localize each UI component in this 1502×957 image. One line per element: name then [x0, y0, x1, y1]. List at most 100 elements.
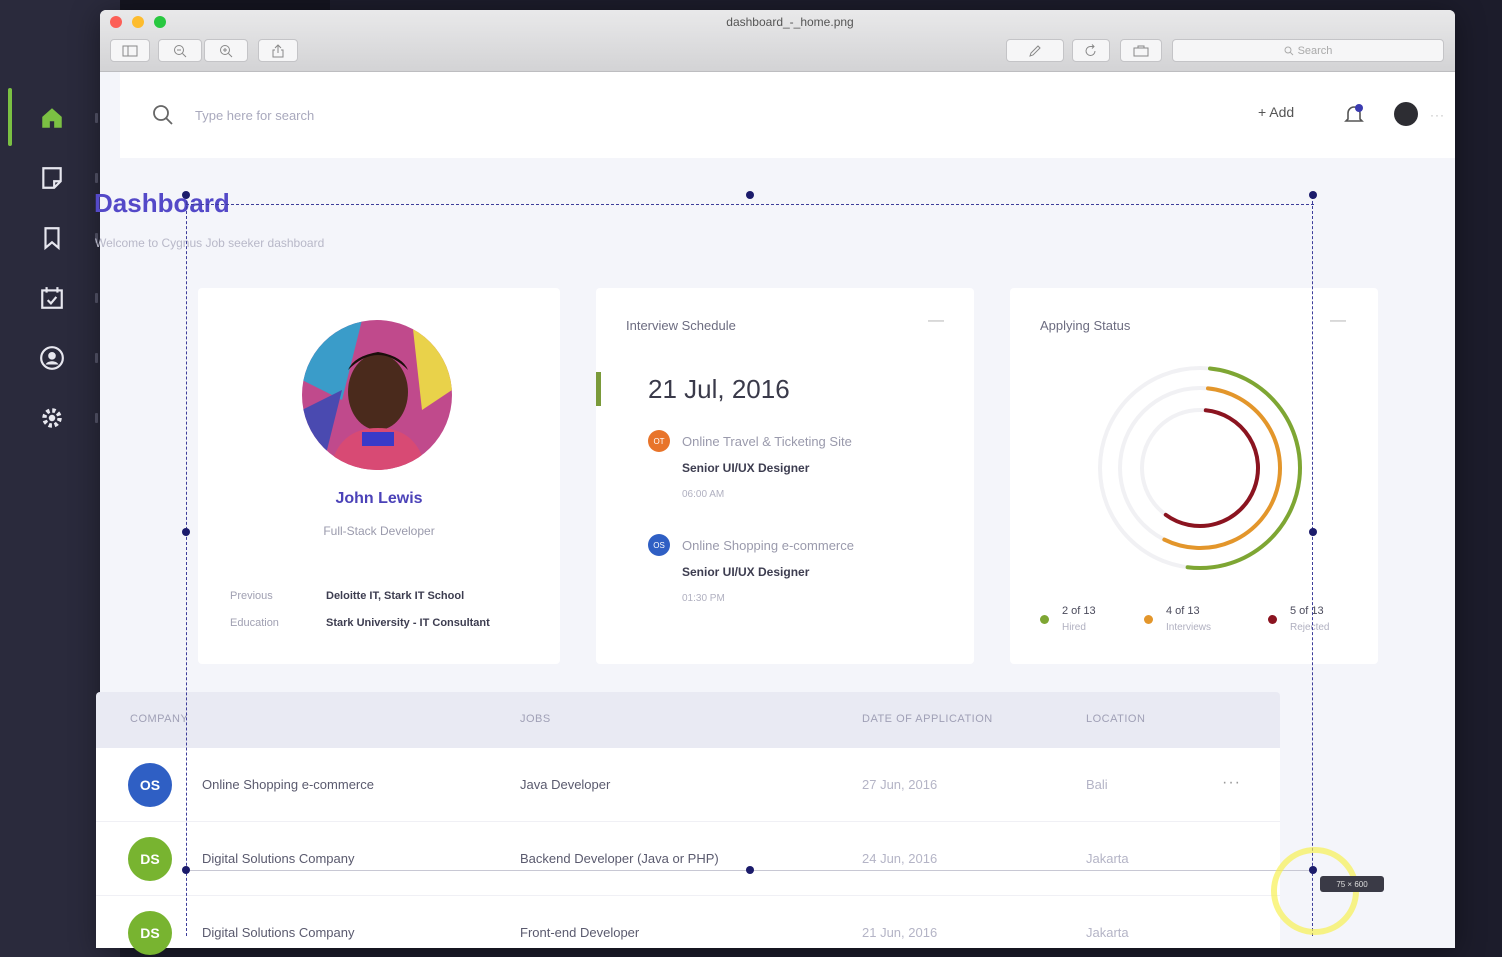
column-header-jobs[interactable]: JOBS [520, 713, 551, 725]
job-cell: Backend Developer (Java or PHP) [520, 851, 719, 866]
selection-guide-top [186, 204, 1314, 205]
column-header-date[interactable]: DATE OF APPLICATION [862, 713, 993, 725]
table-row[interactable]: DS Digital Solutions Company Backend Dev… [96, 822, 1280, 896]
column-header-company[interactable]: COMPANY [130, 713, 188, 725]
user-avatar[interactable] [1394, 102, 1418, 126]
markup-button[interactable] [1006, 39, 1064, 62]
schedule-item-company[interactable]: Online Shopping e-commerce [682, 538, 854, 553]
window-title: dashboard_-_home.png [726, 15, 854, 29]
location-cell: Jakarta [1086, 925, 1129, 940]
nav-settings[interactable] [34, 400, 70, 436]
ring-hired [1185, 366, 1302, 570]
resize-handle[interactable] [746, 866, 754, 874]
nav-tick [95, 113, 98, 123]
company-logo: DS [128, 911, 172, 955]
schedule-item-badge: OS [648, 534, 670, 556]
rotate-icon [1085, 43, 1096, 56]
sidebar-toggle-button[interactable] [110, 39, 150, 62]
app-header: + Add ··· [120, 72, 1455, 158]
schedule-item-role: Senior UI/UX Designer [682, 461, 810, 475]
nav-tick [95, 413, 98, 423]
toolbox-button[interactable] [1120, 39, 1162, 62]
minimize-window-button[interactable] [132, 16, 144, 28]
profile-photo [302, 320, 452, 470]
column-header-location[interactable]: LOCATION [1086, 713, 1145, 725]
nav-tick [95, 353, 98, 363]
schedule-menu-icon[interactable]: — [928, 312, 945, 330]
legend-count-interviews: 4 of 13 [1166, 605, 1200, 617]
status-title: Applying Status [1040, 318, 1131, 333]
add-button[interactable]: + Add [1258, 104, 1294, 120]
zoom-in-button[interactable] [204, 39, 248, 62]
settings-icon [42, 408, 62, 428]
job-cell: Java Developer [520, 777, 611, 792]
schedule-title: Interview Schedule [626, 318, 736, 333]
job-cell: Front-end Developer [520, 925, 640, 940]
search-icon[interactable] [152, 104, 174, 126]
nav-home[interactable] [34, 100, 70, 136]
schedule-item-role: Senior UI/UX Designer [682, 565, 810, 579]
resize-handle[interactable] [182, 528, 190, 536]
nav-calendar[interactable] [34, 280, 70, 316]
calendar-check-icon [41, 287, 63, 309]
profile-role: Full-Stack Developer [323, 524, 435, 538]
resize-handle[interactable] [1309, 528, 1317, 536]
window-search-placeholder: Search [1297, 44, 1333, 57]
zoom-out-icon [174, 44, 187, 57]
schedule-item-company[interactable]: Online Travel & Ticketing Site [682, 434, 852, 449]
zoom-window-button[interactable] [154, 16, 166, 28]
nav-tick [95, 293, 98, 303]
date-cell: 27 Jun, 2016 [862, 777, 938, 792]
status-menu-icon[interactable]: — [1330, 312, 1347, 330]
company-logo: OS [128, 763, 172, 807]
selection-size-tooltip: 75 × 600 [1320, 876, 1384, 892]
nav-notes[interactable] [34, 160, 70, 196]
home-icon [42, 108, 62, 128]
applying-status-card: Applying Status — 2 of 13 Hired 4 of 13 … [1010, 288, 1378, 664]
nav-profile[interactable] [34, 340, 70, 376]
legend-label-rejected: Rejected [1290, 622, 1330, 633]
resize-handle[interactable] [1309, 191, 1317, 199]
date-cell: 24 Jun, 2016 [862, 851, 938, 866]
resize-handle[interactable] [182, 191, 190, 199]
zoom-out-button[interactable] [158, 39, 202, 62]
applications-table-header: COMPANY JOBS DATE OF APPLICATION LOCATIO… [96, 692, 1280, 748]
legend-count-hired: 2 of 13 [1062, 605, 1096, 617]
profile-card: John Lewis Full-Stack Developer Previous… [198, 288, 560, 664]
legend-count-rejected: 5 of 13 [1290, 605, 1324, 617]
interview-schedule-card: Interview Schedule — 21 Jul, 2016 OT Onl… [596, 288, 974, 664]
legend-dot-interviews [1144, 615, 1153, 624]
profile-name: John Lewis [335, 490, 423, 507]
table-row[interactable]: DS Digital Solutions Company Front-end D… [96, 896, 1280, 957]
schedule-date-marker [596, 372, 601, 406]
header-more-icon[interactable]: ··· [1430, 108, 1445, 122]
table-row[interactable]: OS Online Shopping e-commerce Java Devel… [96, 748, 1280, 822]
row-more-icon[interactable]: ··· [1222, 774, 1241, 792]
bookmark-icon [44, 227, 60, 251]
resize-handle[interactable] [182, 866, 190, 874]
bell-icon[interactable] [1342, 102, 1366, 126]
date-cell: 21 Jun, 2016 [862, 925, 938, 940]
selection-guide-left [186, 196, 187, 936]
previous-value: Deloitte IT, Stark IT School [326, 590, 465, 602]
zoom-in-icon [220, 44, 233, 57]
rotate-button[interactable] [1072, 39, 1110, 62]
resize-handle[interactable] [746, 191, 754, 199]
share-button[interactable] [258, 39, 298, 62]
nav-bookmarks[interactable] [34, 220, 70, 256]
toolbox-icon [1133, 45, 1149, 56]
status-rings-chart [1098, 366, 1302, 570]
schedule-item-time: 06:00 AM [682, 489, 725, 500]
legend-dot-rejected [1268, 615, 1277, 624]
previous-label: Previous [230, 590, 273, 602]
close-window-button[interactable] [110, 16, 122, 28]
ring-rejected [1163, 408, 1260, 528]
nav-tick [95, 173, 98, 183]
location-cell: Jakarta [1086, 851, 1129, 866]
notes-icon [42, 167, 62, 189]
pen-icon [1029, 44, 1041, 57]
window-search-field[interactable]: Search [1172, 39, 1444, 62]
window-titlebar: dashboard_-_home.png Search [100, 10, 1455, 72]
legend-label-interviews: Interviews [1166, 622, 1212, 633]
search-input[interactable] [195, 104, 495, 126]
